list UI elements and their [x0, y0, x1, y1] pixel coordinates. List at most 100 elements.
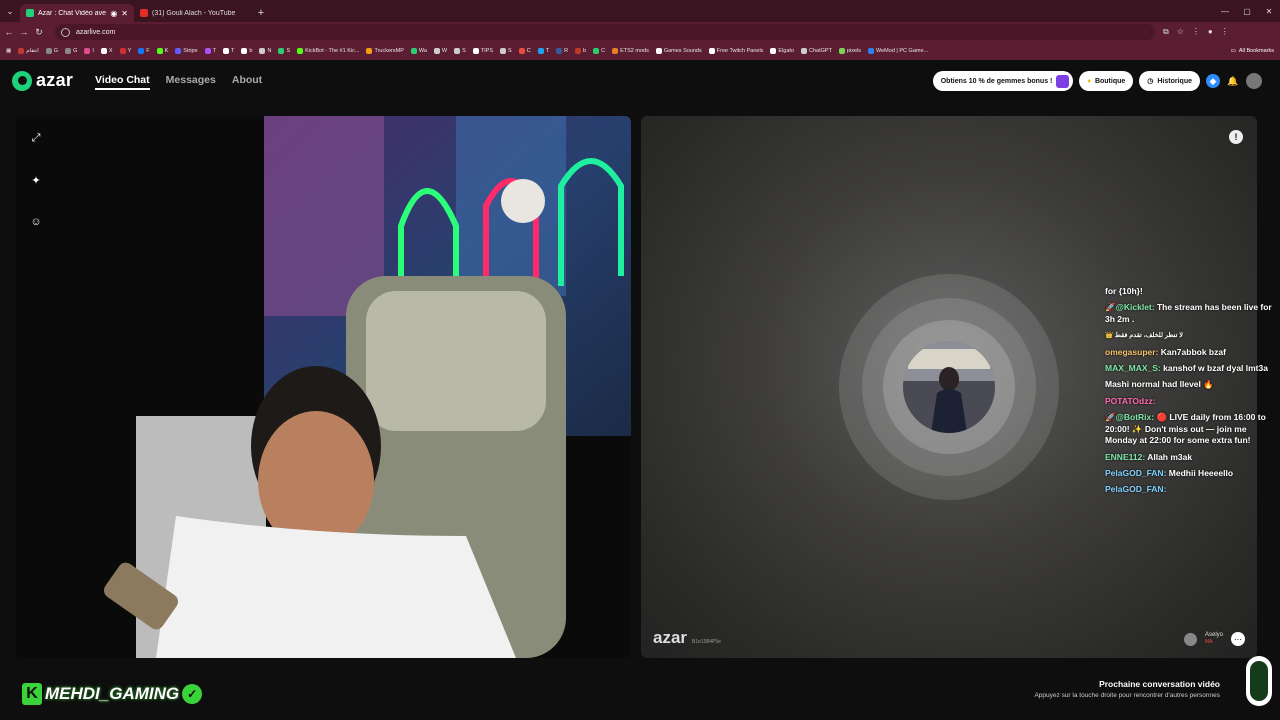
bookmark-item[interactable]: Games Sounds — [655, 48, 702, 54]
bookmark-item[interactable]: pixels — [838, 48, 862, 54]
gems-balance-icon[interactable]: ◆ — [1206, 74, 1220, 88]
chat-message: PelaGOD_FAN: Medhii Heeeello — [1105, 468, 1273, 480]
next-conversation-button[interactable] — [1246, 656, 1272, 706]
bookmark-item[interactable]: Wa — [410, 48, 427, 54]
tab-azar[interactable]: Azar : Chat Vidéo avec de ◉ ✕ — [20, 4, 134, 22]
bookmark-label: ChatGPT — [809, 48, 832, 54]
bookmark-favicon-icon — [472, 48, 479, 54]
bookmark-item[interactable]: C — [518, 48, 531, 54]
tab-youtube[interactable]: (31) Gouli Alach - YouTube — [134, 4, 252, 22]
back-icon[interactable]: ← — [3, 27, 15, 37]
bookmark-label: Wa — [418, 48, 427, 54]
cast-icon[interactable]: ⧉ — [1163, 27, 1169, 37]
azar-logo[interactable]: azar — [12, 70, 73, 91]
bookmark-item[interactable]: T — [204, 48, 216, 54]
bookmark-item[interactable]: TruckersMP — [366, 48, 404, 54]
tab-close-icon[interactable]: ✕ — [121, 9, 128, 18]
bookmark-favicon-icon — [593, 48, 600, 54]
bookmark-item[interactable]: W — [433, 48, 447, 54]
bookmark-item[interactable]: TIPS — [472, 48, 493, 54]
new-tab-button[interactable]: + — [252, 4, 270, 22]
bookmark-item[interactable]: T — [223, 48, 234, 54]
bookmark-item[interactable]: ETS2 mods — [612, 48, 649, 54]
chat-message: for {10h}! — [1105, 286, 1273, 298]
all-bookmarks-label: All Bookmarks — [1238, 48, 1274, 54]
bookmark-item[interactable]: G — [65, 48, 77, 54]
bookmark-item[interactable]: S — [500, 48, 512, 54]
history-button[interactable]: ◷ Historique — [1139, 71, 1200, 91]
nav-video-chat[interactable]: Video Chat — [95, 74, 150, 90]
profile-icon[interactable]: ● — [1208, 27, 1213, 37]
bookmark-item[interactable]: X — [100, 48, 113, 54]
tab-search-icon[interactable]: ⌄ — [0, 0, 20, 22]
bookmark-item[interactable]: F — [138, 48, 150, 54]
bookmark-item[interactable]: T — [537, 48, 549, 54]
chat-text: kanshof w bzaf dyal lmt3a — [1163, 362, 1268, 373]
nav-about[interactable]: About — [232, 74, 262, 90]
chat-message: 👑 لا تنظر للخلف، تقدم فقط — [1105, 330, 1273, 342]
extensions-icon[interactable]: ⋮ — [1192, 27, 1200, 37]
bookmark-item[interactable]: C — [593, 48, 605, 54]
chat-user: POTATOdzz: — [1105, 395, 1156, 406]
bookmark-item[interactable]: b — [241, 48, 252, 54]
chat-text: لا تنظر للخلف، تقدم فقط — [1114, 332, 1183, 340]
close-window-icon[interactable]: ✕ — [1258, 0, 1280, 22]
bookmark-item[interactable]: I — [84, 48, 94, 54]
effects-wand-icon[interactable]: ✦ — [28, 172, 44, 188]
bookmark-item[interactable]: N — [259, 48, 271, 54]
reload-icon[interactable]: ↻ — [33, 27, 45, 38]
sticker-icon[interactable]: ☺ — [28, 214, 44, 230]
bookmark-item[interactable]: Elgato — [770, 48, 794, 54]
gems-promo-button[interactable]: Obtiens 10 % de gemmes bonus ! — [932, 71, 1074, 91]
bookmark-label: ETS2 mods — [620, 48, 649, 54]
shop-button[interactable]: ♦ Boutique — [1079, 71, 1134, 91]
star-icon[interactable]: ☆ — [1177, 27, 1184, 37]
apps-icon[interactable]: ▦ — [6, 48, 11, 54]
bookmark-label: TruckersMP — [374, 48, 404, 54]
next-conversation-subtitle: Appuyez sur la touche droite pour rencon… — [1034, 692, 1220, 699]
chat-message: MAX_MAX_S: kanshof w bzaf dyal lmt3a — [1105, 363, 1273, 375]
bookmark-label: pixels — [846, 48, 862, 54]
bookmark-item[interactable]: G — [45, 48, 58, 54]
bookmark-label: R — [564, 48, 569, 54]
bookmark-favicon-icon — [556, 48, 563, 54]
minimize-icon[interactable]: — — [1214, 0, 1236, 22]
bookmark-label: T — [231, 48, 235, 54]
report-icon[interactable]: ! — [1229, 130, 1243, 144]
forward-icon[interactable]: → — [18, 27, 30, 37]
chat-user: PelaGOD_FAN: — [1105, 484, 1167, 495]
streamer-badge: K MEHDI_GAMING ✓ — [22, 682, 203, 706]
bookmark-item[interactable]: ChatGPT — [801, 48, 832, 54]
bookmark-item[interactable]: انتقام — [18, 48, 39, 54]
bookmark-item[interactable]: S — [454, 48, 466, 54]
bookmark-favicon-icon — [84, 48, 91, 54]
bookmark-item[interactable]: Stripe — [175, 48, 198, 54]
bookmark-label: C — [526, 48, 531, 54]
bookmark-favicon-icon — [65, 48, 72, 54]
bookmark-item[interactable]: R — [556, 48, 568, 54]
expand-icon[interactable]: ⤢ — [28, 130, 44, 146]
bookmark-item[interactable]: WeMod | PC Game... — [868, 48, 928, 54]
bookmark-item[interactable]: K — [156, 48, 168, 54]
nav-messages[interactable]: Messages — [166, 74, 216, 90]
bookmark-favicon-icon — [156, 48, 163, 54]
menu-icon[interactable]: ⋮ — [1221, 27, 1229, 37]
bookmark-favicon-icon — [537, 48, 544, 54]
all-bookmarks-button[interactable]: ▭ All Bookmarks — [1226, 42, 1274, 60]
bookmark-item[interactable]: Free Twitch Panels — [708, 48, 763, 54]
tab-audio-icon[interactable]: ◉ — [110, 9, 117, 18]
user-avatar[interactable] — [1246, 73, 1262, 89]
maximize-icon[interactable]: ▢ — [1236, 0, 1258, 22]
bookmark-label: S — [286, 48, 291, 54]
bookmark-favicon-icon — [454, 48, 461, 54]
notification-bell-icon[interactable]: 🔔 — [1226, 74, 1240, 88]
bookmark-item[interactable]: KickBot - The #1 Kic... — [297, 48, 359, 54]
address-bar[interactable]: azarlive.com — [55, 24, 1155, 40]
bookmark-favicon-icon — [259, 48, 266, 54]
bookmark-item[interactable]: b — [575, 48, 586, 54]
bookmark-item[interactable]: S — [278, 48, 290, 54]
bookmark-favicon-icon — [518, 48, 525, 54]
bookmark-item[interactable]: Y — [119, 48, 131, 54]
site-info-icon[interactable] — [61, 27, 70, 37]
more-options-icon[interactable]: ⋯ — [1231, 632, 1245, 646]
